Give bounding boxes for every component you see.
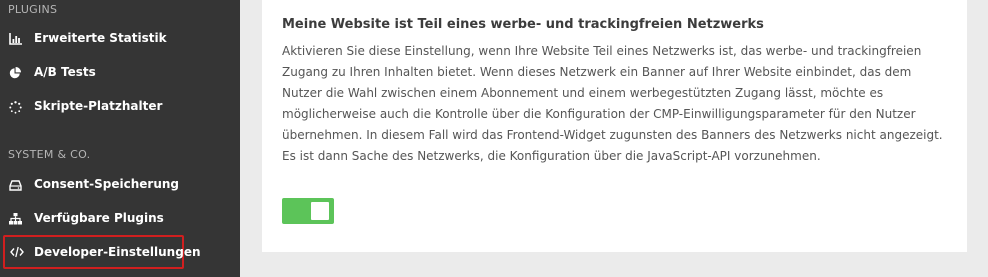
sidebar-section-title-system: SYSTEM & CO. [8,148,91,161]
sidebar-item-verfuegbare-plugins[interactable]: Verfügbare Plugins [0,206,240,232]
setting-panel: Meine Website ist Teil eines werbe- und … [262,0,967,252]
setting-title: Meine Website ist Teil eines werbe- und … [282,17,764,32]
bar-chart-icon [8,32,22,46]
sidebar-item-label: Developer-Einstellungen [34,245,201,259]
sidebar-item-skripte-platzhalter[interactable]: Skripte-Platzhalter [0,94,240,120]
sidebar-item-label: Erweiterte Statistik [34,31,167,45]
pie-chart-icon [8,66,22,80]
network-toggle[interactable] [282,198,334,224]
sidebar: PLUGINS Erweiterte Statistik A/B Tests S… [0,0,240,277]
sidebar-section-title-plugins: PLUGINS [8,3,58,16]
storage-drive-icon [8,178,22,192]
code-icon [10,245,24,259]
sidebar-item-consent-speicherung[interactable]: Consent-Speicherung [0,172,240,198]
sidebar-item-label: Skripte-Platzhalter [34,99,163,113]
sidebar-item-label: Consent-Speicherung [34,177,180,191]
setting-description: Aktivieren Sie diese Einstellung, wenn I… [282,44,943,163]
sitemap-icon [8,212,22,226]
sidebar-item-ab-tests[interactable]: A/B Tests [0,60,240,86]
sidebar-item-label: Verfügbare Plugins [34,211,164,225]
sidebar-item-developer-einstellungen[interactable]: Developer-Einstellungen [3,235,201,269]
toggle-knob [311,202,329,220]
spinner-icon [8,100,22,114]
sidebar-item-erweiterte-statistik[interactable]: Erweiterte Statistik [0,26,240,52]
sidebar-item-label: A/B Tests [34,65,96,79]
